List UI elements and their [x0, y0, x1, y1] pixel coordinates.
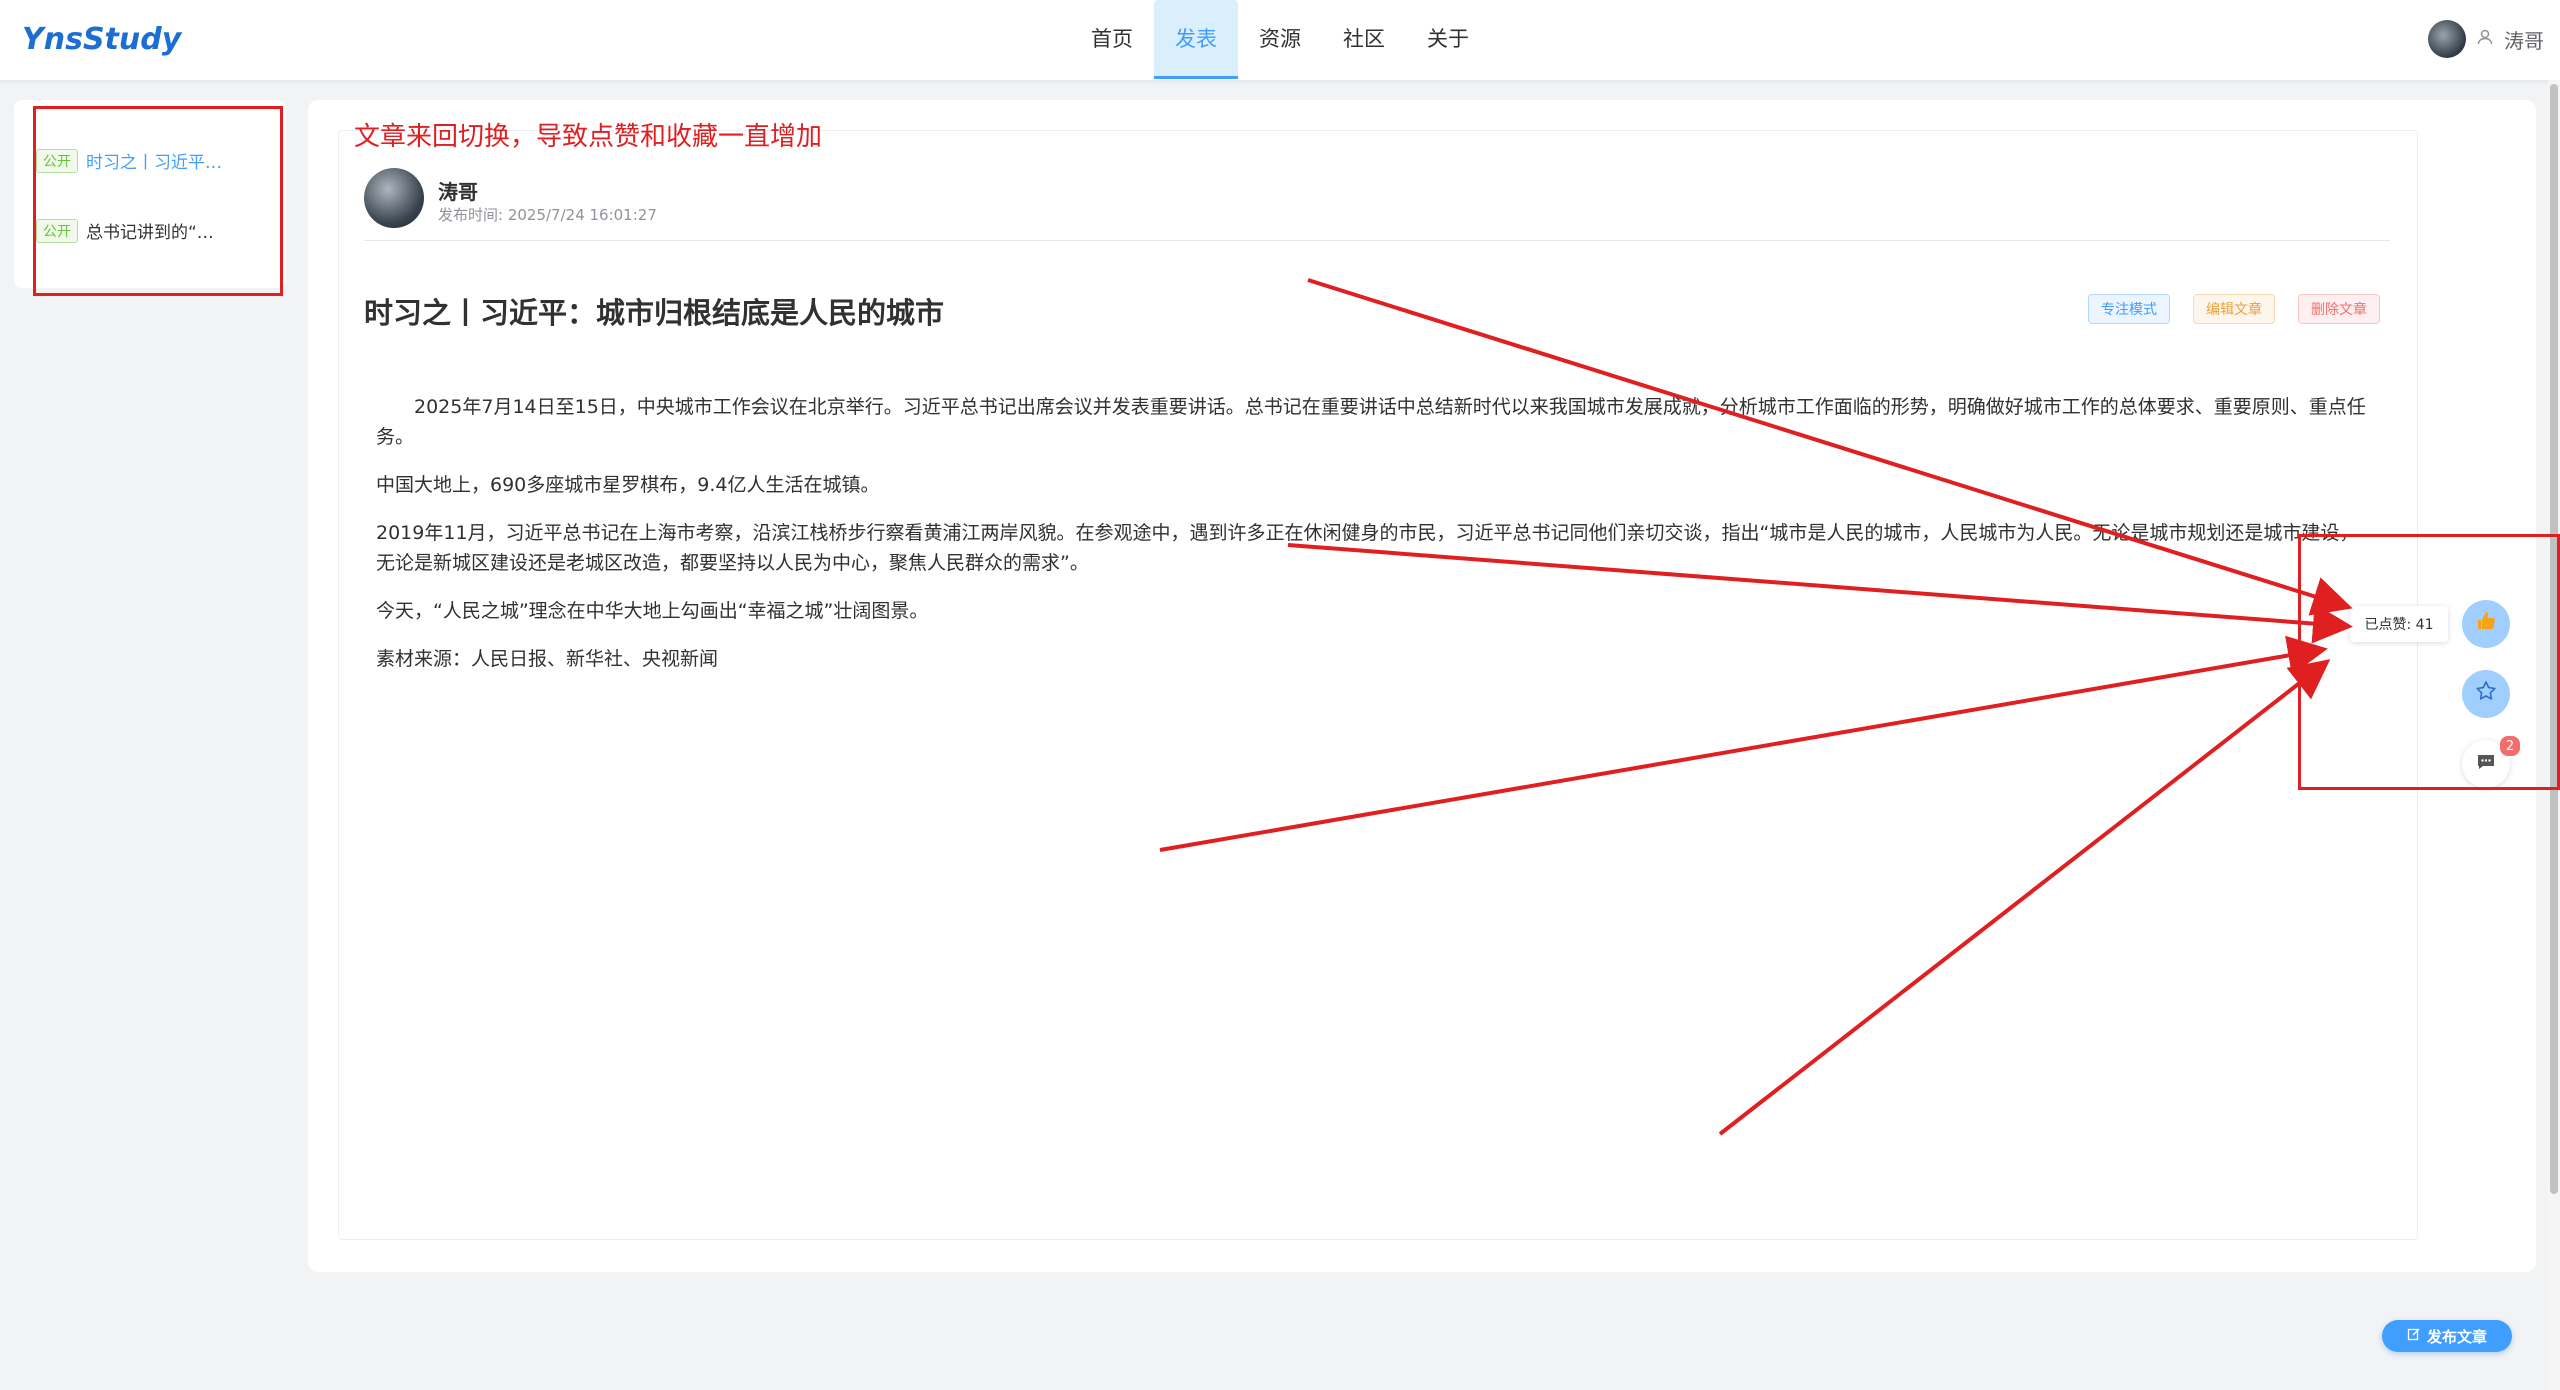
annotation-arrow [1718, 659, 2331, 1136]
annotation-arrow [1159, 635, 2328, 852]
annotation-arrows [1159, 278, 2353, 1136]
